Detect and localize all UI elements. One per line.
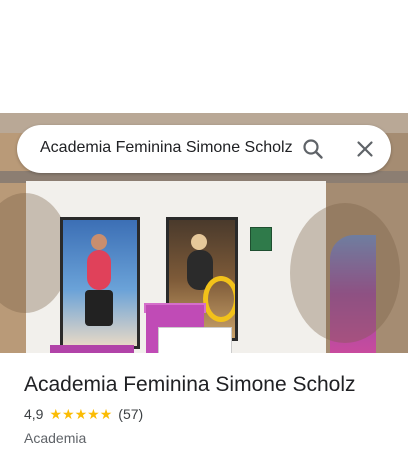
poster-figure-head bbox=[91, 234, 107, 250]
review-count[interactable]: (57) bbox=[118, 406, 143, 422]
close-button[interactable] bbox=[350, 134, 380, 164]
tree-right bbox=[290, 203, 400, 343]
search-icon bbox=[303, 139, 323, 159]
star-icon: ★ bbox=[62, 406, 75, 422]
place-info-card[interactable]: Academia Feminina Simone Scholz 4,9 ★ ★ ★ ★… bbox=[24, 372, 394, 446]
poster-base bbox=[50, 345, 134, 353]
star-icon: ★ bbox=[74, 406, 88, 422]
front-sign bbox=[158, 327, 232, 353]
star-rating: ★ ★ ★ ★ ★ bbox=[49, 407, 112, 421]
rating-row[interactable]: 4,9 ★ ★ ★ ★ ★ (57) bbox=[24, 405, 394, 423]
place-title[interactable]: Academia Feminina Simone Scholz bbox=[24, 372, 394, 398]
poster-left bbox=[60, 217, 140, 349]
poster-figure-legs bbox=[85, 290, 113, 326]
close-icon bbox=[357, 141, 373, 157]
poster-figure-body bbox=[87, 250, 111, 290]
place-category: Academia bbox=[24, 430, 87, 446]
rating-value: 4,9 bbox=[24, 406, 44, 422]
star-icon: ★ bbox=[87, 406, 100, 422]
poster-hoop bbox=[203, 276, 235, 322]
search-query[interactable]: Academia Feminina Simone Scholz bbox=[40, 139, 293, 157]
star-icon: ★ bbox=[49, 406, 63, 422]
search-bar[interactable]: Academia Feminina Simone Scholz bbox=[17, 125, 391, 173]
wall-plaque bbox=[250, 227, 272, 251]
search-button[interactable] bbox=[298, 134, 328, 164]
star-icon: ★ bbox=[99, 406, 113, 422]
poster-figure-head bbox=[191, 234, 207, 250]
top-blank-area bbox=[0, 0, 408, 113]
